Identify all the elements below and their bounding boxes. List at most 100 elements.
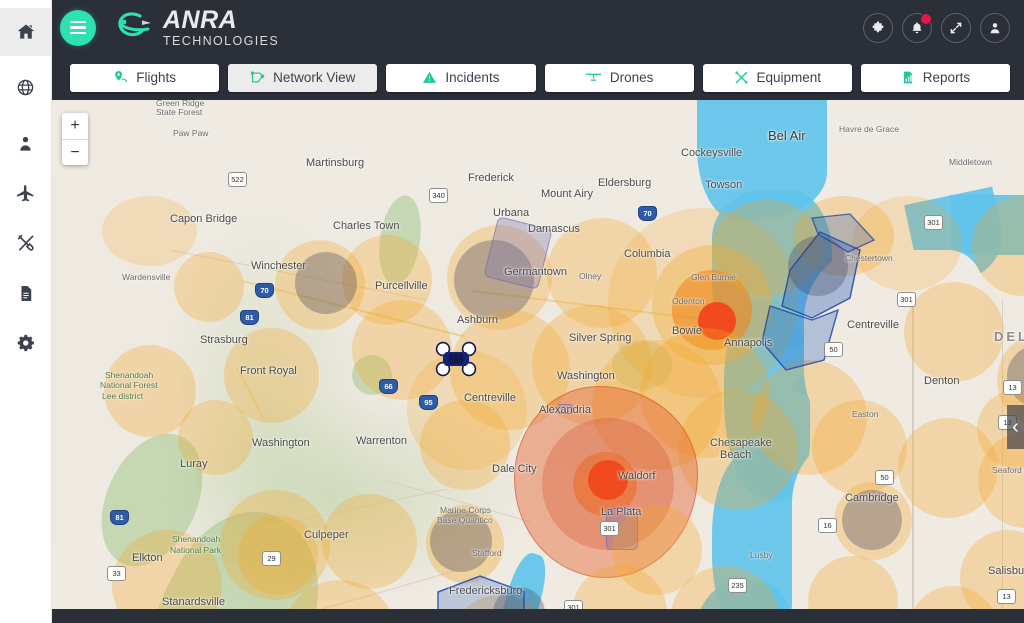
fullscreen-expand-icon[interactable] <box>941 12 971 43</box>
tab-label: Network View <box>273 70 356 85</box>
advisory-zone <box>426 505 504 583</box>
route-shield: 33 <box>107 566 126 581</box>
route-shield: 13 <box>1003 380 1022 395</box>
app-header: ANRA TECHNOLOGIES <box>52 0 1024 55</box>
sidebar-item-home[interactable] <box>0 8 52 56</box>
restricted-zone <box>454 240 534 320</box>
map-place-label: Mount Airy <box>541 188 593 200</box>
eastern-shore-land <box>792 430 1024 609</box>
map-place-label: Havre de Grace <box>839 124 899 134</box>
header-actions <box>863 12 1010 43</box>
home-icon <box>16 22 36 42</box>
gear-icon <box>16 333 36 353</box>
bottom-status-bar <box>52 609 1024 623</box>
advisory-zone <box>322 494 417 589</box>
map-place-label: Ashburn <box>457 314 498 326</box>
tab-label: Incidents <box>445 70 500 85</box>
tab-drones[interactable]: Drones <box>544 63 694 92</box>
route-shield: 301 <box>564 600 583 609</box>
map-place-label: Lee district <box>102 391 144 401</box>
sidebar-item-network[interactable] <box>0 56 52 118</box>
advisory-zone <box>224 328 319 423</box>
notification-badge <box>920 12 932 25</box>
map-container[interactable]: Green Ridge State Forest Paw Paw Capon Brid… <box>52 100 1024 609</box>
map-place-label: Washington <box>557 370 615 382</box>
map-place-label: Urbana <box>493 207 530 219</box>
map-place-label: Olney <box>579 271 602 281</box>
map-place-label: Culpeper <box>304 529 349 541</box>
drone-marker[interactable] <box>435 341 477 377</box>
restricted-zone <box>1007 345 1024 407</box>
advisory-zone <box>420 400 510 490</box>
sidebar-item-reports[interactable] <box>0 268 52 318</box>
network-view-icon <box>250 70 265 85</box>
tab-incidents[interactable]: Incidents <box>386 63 536 92</box>
potomac-river-water <box>489 549 553 609</box>
map-place-label: Marine Corps <box>440 505 492 515</box>
restricted-zone <box>430 510 492 572</box>
tab-label: Flights <box>136 70 176 85</box>
map-place-label: Washington <box>252 437 310 449</box>
eastern-shore-land <box>804 250 984 450</box>
tab-reports[interactable]: Reports <box>860 63 1011 92</box>
map-place-label: National Forest <box>100 380 158 390</box>
forest-area <box>612 340 672 390</box>
zoom-in-button[interactable]: + <box>62 113 88 139</box>
map-place-label: Stafford <box>472 548 502 558</box>
globe-icon <box>16 78 35 97</box>
map-place-label: State Forest <box>156 107 203 117</box>
map-place-label: Frederick <box>468 172 514 184</box>
hamburger-bar <box>70 26 86 29</box>
brand-logo[interactable]: ANRA TECHNOLOGIES <box>112 5 279 48</box>
dc-flight-restricted-zone <box>514 386 698 578</box>
map-place-label: Columbia <box>624 248 671 260</box>
drone-icon <box>585 70 602 85</box>
anra-swoosh-icon <box>112 10 156 46</box>
map-canvas[interactable]: Green Ridge State Forest Paw Paw Capon Brid… <box>52 100 1024 609</box>
interstate-road <box>236 368 267 422</box>
tab-network-view[interactable]: Network View <box>228 63 378 92</box>
sidebar-item-operators[interactable] <box>0 118 52 168</box>
module-tabbar: Flights Network View Incidents Drones Eq… <box>52 55 1024 100</box>
main-column: ANRA TECHNOLOGIES Flights Network View I… <box>52 0 1024 623</box>
map-place-label: Capon Bridge <box>170 213 238 225</box>
route-shield: 81 <box>240 310 259 325</box>
brand-wordmark: ANRA TECHNOLOGIES <box>163 5 279 48</box>
panel-collapse-button[interactable]: ‹ <box>1007 405 1024 449</box>
map-place-label: DELAWARE <box>994 329 1024 344</box>
forest-area <box>352 355 392 395</box>
advisory-zone <box>447 225 552 330</box>
map-place-label: Martinsburg <box>306 157 365 169</box>
map-zoom-controls: + − <box>62 113 88 165</box>
route-shield: 522 <box>228 172 247 187</box>
user-profile-icon[interactable] <box>980 12 1010 43</box>
plugin-icon[interactable] <box>863 12 893 43</box>
route-shield: 70 <box>638 206 657 221</box>
app-root: ANRA TECHNOLOGIES Flights Network View I… <box>0 0 1024 623</box>
hamburger-menu-button[interactable] <box>60 9 96 46</box>
map-place-label: Shenandoah <box>105 370 154 380</box>
map-place-label: Green Ridge <box>156 100 205 108</box>
advisory-zone <box>104 345 196 437</box>
left-sidebar <box>0 0 52 623</box>
notifications-bell-icon[interactable] <box>902 12 932 43</box>
map-place-label: Germantown <box>504 266 567 278</box>
zoom-out-button[interactable]: − <box>62 139 88 165</box>
map-place-label: Wardensville <box>122 272 171 282</box>
brand-name: ANRA <box>163 5 238 34</box>
map-place-label: Bowie <box>672 325 702 337</box>
tab-flights[interactable]: Flights <box>70 63 220 92</box>
hamburger-bar <box>70 20 86 24</box>
tab-label: Drones <box>609 70 654 85</box>
sidebar-item-equipment[interactable] <box>0 218 52 268</box>
route-shield: 340 <box>429 188 448 203</box>
map-place-label: Silver Spring <box>569 332 632 344</box>
map-place-label: Paw Paw <box>173 128 209 138</box>
tab-equipment[interactable]: Equipment <box>702 63 852 92</box>
green-ridge-forest-area <box>373 192 427 288</box>
chevron-left-icon: ‹ <box>1012 416 1019 438</box>
sidebar-item-flights[interactable] <box>0 168 52 218</box>
person-icon <box>16 134 35 153</box>
highway-road <box>385 480 531 523</box>
sidebar-item-settings[interactable] <box>0 318 52 368</box>
